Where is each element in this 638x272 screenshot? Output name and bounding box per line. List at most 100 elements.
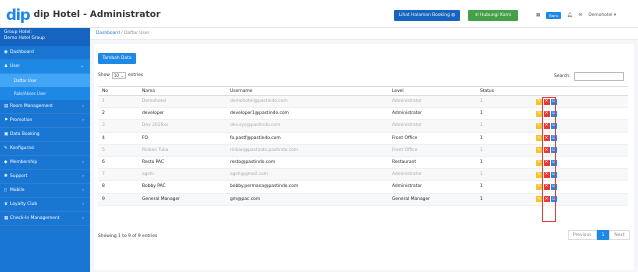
- cell-username: demohotel@pastindo.com: [226, 95, 388, 109]
- cell-username: developer1@pastindo.com: [226, 107, 388, 121]
- cell-username: agsh@gmail.com: [226, 168, 388, 182]
- contact-us-button[interactable]: ✆ Hubungi Kami: [468, 10, 518, 21]
- chevron-right-icon: ›: [82, 104, 84, 109]
- cell-level: Administrator: [388, 180, 476, 194]
- previous-page-button[interactable]: Previous: [568, 230, 597, 240]
- edit-icon[interactable]: ✎: [536, 110, 542, 117]
- chevron-right-icon: ›: [82, 174, 84, 179]
- detail-icon[interactable]: ☑: [551, 159, 557, 166]
- cell-actions: ✎ ✕ ☑: [532, 180, 628, 194]
- user-menu[interactable]: Demohotel ▾: [588, 13, 616, 18]
- sidebar-item-data-booking[interactable]: ▣ Data Booking: [0, 128, 90, 142]
- sidebar-item-label: Support: [10, 174, 28, 179]
- entries-select[interactable]: 10 ⌄: [111, 72, 126, 79]
- cell-level: Front Office: [388, 132, 476, 145]
- row-actions: ✎ ✕ ☑: [536, 110, 628, 117]
- edit-icon[interactable]: ✎: [536, 183, 542, 190]
- detail-icon[interactable]: ☑: [551, 122, 557, 129]
- cell-name: FO: [138, 132, 226, 145]
- column-header-no[interactable]: No: [98, 86, 138, 96]
- chevron-right-icon: ›: [82, 188, 84, 193]
- edit-icon[interactable]: ✎: [536, 196, 542, 203]
- cell-level: Administrator: [388, 168, 476, 182]
- row-actions: ✎ ✕ ☑: [536, 98, 628, 105]
- edit-icon[interactable]: ✎: [536, 171, 542, 178]
- detail-icon[interactable]: ☑: [551, 135, 557, 142]
- edit-icon[interactable]: ✎: [536, 159, 542, 166]
- delete-icon[interactable]: ✕: [543, 171, 550, 178]
- delete-icon[interactable]: ✕: [543, 110, 550, 117]
- cell-name: developer: [138, 107, 226, 121]
- detail-icon[interactable]: ☑: [551, 98, 557, 105]
- table-row: 1 Demohotel demohotel@pastindo.com Administ…: [98, 95, 628, 109]
- column-header-name[interactable]: Nama: [138, 86, 226, 96]
- sidebar-subitem-user-list[interactable]: Daftar User: [0, 74, 90, 87]
- cell-username: dev.sys@pastindo.com: [226, 119, 388, 133]
- sidebar-item-checkin-management[interactable]: ▦ Check-In Management ›: [0, 212, 90, 226]
- detail-icon[interactable]: ☑: [551, 171, 557, 178]
- sidebar-item-loyalty-club[interactable]: ♛ Loyalty Club ›: [0, 198, 90, 212]
- detail-icon[interactable]: ☑: [551, 183, 557, 190]
- sidebar-item-membership[interactable]: ◆ Membership ›: [0, 156, 90, 170]
- edit-icon[interactable]: ✎: [536, 98, 542, 105]
- cell-status: 1: [476, 156, 532, 170]
- detail-icon[interactable]: ☑: [551, 110, 557, 117]
- column-header-status[interactable]: Status: [476, 86, 532, 96]
- edit-icon[interactable]: ✎: [536, 135, 542, 142]
- search-label: Search:: [554, 74, 571, 79]
- breadcrumb-root[interactable]: Dashboard: [96, 31, 120, 36]
- cell-no: 6: [98, 156, 138, 170]
- next-page-button[interactable]: Next: [609, 230, 630, 240]
- sidebar-item-label: Promotion: [10, 118, 33, 123]
- row-actions: ✎ ✕ ☑: [536, 183, 628, 190]
- delete-icon[interactable]: ✕: [543, 183, 550, 190]
- table-info: Showing 1 to 9 of 9 entries: [98, 234, 158, 239]
- delete-icon[interactable]: ✕: [543, 135, 550, 142]
- table-header-row: No Nama Username Level Status: [98, 86, 628, 96]
- sidebar-item-support[interactable]: ✱ Support ›: [0, 170, 90, 184]
- user-table: No Nama Username Level Status 1 Demohotel…: [98, 86, 628, 206]
- column-header-level[interactable]: Level: [388, 86, 476, 96]
- table-row: 5 Rinkan Tuka rinkan@pastindo.pastindo.com…: [98, 144, 628, 157]
- sidebar-item-configuration[interactable]: ✎ Konfigurasi: [0, 142, 90, 156]
- phone-icon: ✆: [475, 13, 479, 18]
- pagination: Previous 1 Next: [568, 230, 630, 240]
- search: Search:: [554, 72, 624, 81]
- cell-actions: ✎ ✕ ☑: [532, 144, 628, 157]
- cell-level: Administrator: [388, 107, 476, 121]
- view-booking-page-button[interactable]: Lihat Halaman Booking ◍: [394, 10, 460, 21]
- row-actions: ✎ ✕ ☑: [536, 171, 628, 178]
- sidebar-item-room-management[interactable]: ▤ Room Management ›: [0, 100, 90, 114]
- delete-icon[interactable]: ✕: [543, 98, 550, 105]
- cell-status: 1: [476, 180, 532, 194]
- delete-icon[interactable]: ✕: [543, 196, 550, 203]
- edit-icon[interactable]: ✎: [536, 122, 542, 129]
- chevron-right-icon: ›: [82, 202, 84, 207]
- edit-icon[interactable]: ✎: [536, 147, 542, 154]
- app-logo[interactable]: dip dip Hotel - Administrator: [6, 6, 160, 24]
- delete-icon[interactable]: ✕: [543, 122, 550, 129]
- detail-icon[interactable]: ☑: [551, 147, 557, 154]
- delete-icon[interactable]: ✕: [543, 159, 550, 166]
- add-data-button[interactable]: Tambah Data: [98, 53, 136, 64]
- chevron-right-icon: ›: [82, 160, 84, 165]
- chat-icon[interactable]: ✉: [579, 13, 583, 18]
- sidebar-item-user[interactable]: ♟ User ⌄: [0, 60, 90, 74]
- group-name: Demo Hotel Group: [4, 36, 45, 41]
- search-input[interactable]: [573, 72, 624, 81]
- grid-icon[interactable]: ▦: [536, 13, 540, 18]
- delete-icon[interactable]: ✕: [543, 147, 550, 154]
- row-actions: ✎ ✕ ☑: [536, 159, 628, 166]
- sidebar-item-promotion[interactable]: ⚑ Promotion ›: [0, 114, 90, 128]
- sidebar-item-mobile[interactable]: ▯ Mobile ›: [0, 184, 90, 198]
- sidebar-subitem-user-roles[interactable]: Role/Akses User: [0, 87, 90, 100]
- column-header-username[interactable]: Username: [226, 86, 388, 96]
- sidebar-item-dashboard[interactable]: ◉ Dashboard: [0, 46, 90, 60]
- cell-name: Bobby PAC: [138, 180, 226, 194]
- sidebar-item-label: Loyalty Club: [10, 202, 38, 207]
- sidebar-item-label: Mobile: [10, 188, 25, 193]
- detail-icon[interactable]: ☑: [551, 196, 557, 203]
- cell-actions: ✎ ✕ ☑: [532, 119, 628, 133]
- page-1-button[interactable]: 1: [596, 230, 610, 240]
- bell-icon[interactable]: 🔔︎: [567, 13, 573, 18]
